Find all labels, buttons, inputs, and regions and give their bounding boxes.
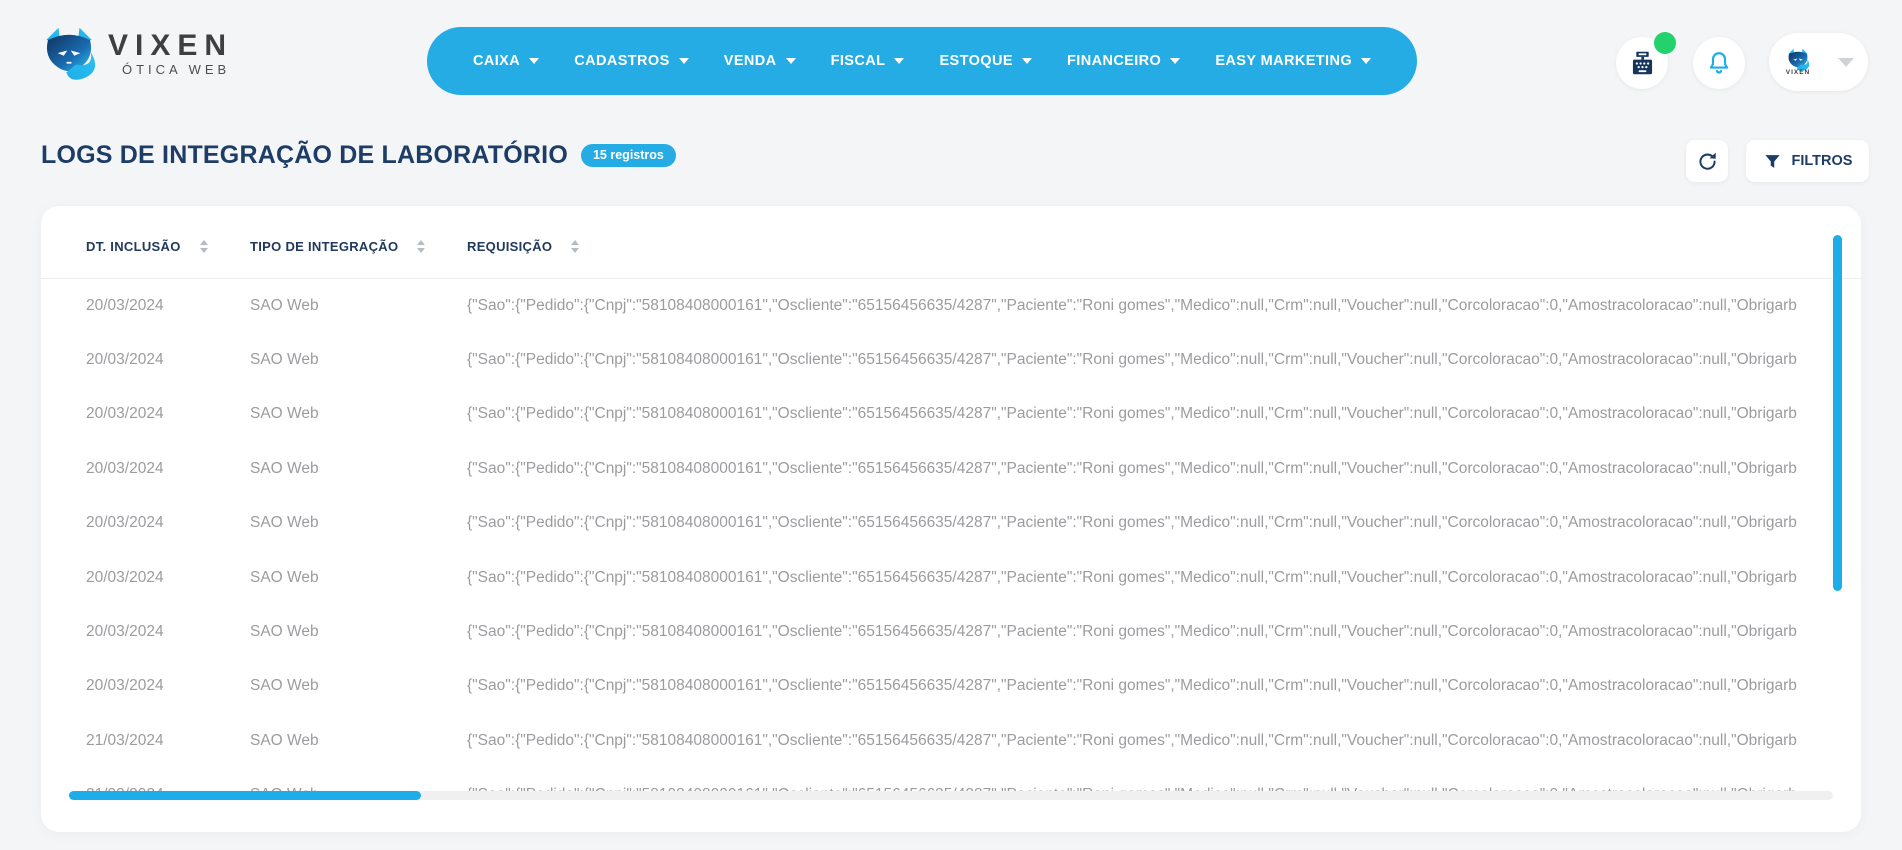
avatar-brand-label: VIXEN xyxy=(1786,69,1811,76)
row-date: 20/03/2024 xyxy=(86,460,250,478)
page-title: LOGS DE INTEGRAÇÃO DE LABORATÓRIO xyxy=(41,141,568,170)
records-count-badge: 15 registros xyxy=(581,144,676,167)
vixen-fox-logo-icon xyxy=(40,26,98,82)
filters-button-label: FILTROS xyxy=(1792,153,1853,169)
chevron-down-icon xyxy=(894,58,904,64)
status-online-dot xyxy=(1654,32,1676,54)
row-integration-type: SAO Web xyxy=(250,677,467,695)
sort-icon[interactable] xyxy=(417,240,425,253)
row-request-json: {"Sao":{"Pedido":{"Cnpj":"58108408000161… xyxy=(467,569,1833,587)
nav-item-label: CAIXA xyxy=(473,53,520,69)
nav-item-label: ESTOQUE xyxy=(939,53,1012,69)
row-integration-type: SAO Web xyxy=(250,297,467,315)
page-header: LOGS DE INTEGRAÇÃO DE LABORATÓRIO 15 reg… xyxy=(41,141,676,170)
row-request-json: {"Sao":{"Pedido":{"Cnpj":"58108408000161… xyxy=(467,514,1833,532)
column-header-label: TIPO DE INTEGRAÇÃO xyxy=(250,239,398,254)
nav-item-label: FINANCEIRO xyxy=(1067,53,1161,69)
table-row[interactable]: 20/03/2024 SAO Web {"Sao":{"Pedido":{"Cn… xyxy=(86,659,1861,713)
row-request-json: {"Sao":{"Pedido":{"Cnpj":"58108408000161… xyxy=(467,732,1833,750)
vertical-scrollbar-thumb[interactable] xyxy=(1833,235,1842,591)
row-date: 21/03/2024 xyxy=(86,732,250,750)
nav-item-cadastros[interactable]: CADASTROS xyxy=(574,53,688,69)
row-date: 20/03/2024 xyxy=(86,297,250,315)
sort-icon[interactable] xyxy=(200,240,208,253)
main-nav: CAIXA CADASTROS VENDA FISCAL ESTOQUE FIN… xyxy=(427,27,1417,95)
row-integration-type: SAO Web xyxy=(250,514,467,532)
column-header-dt-inclusao[interactable]: DT. INCLUSÃO xyxy=(86,239,250,254)
sort-icon[interactable] xyxy=(571,240,579,253)
chevron-down-icon xyxy=(679,58,689,64)
row-integration-type: SAO Web xyxy=(250,569,467,587)
row-request-json: {"Sao":{"Pedido":{"Cnpj":"58108408000161… xyxy=(467,460,1833,478)
cash-register-icon xyxy=(1629,50,1656,77)
table-row[interactable]: 20/03/2024 SAO Web {"Sao":{"Pedido":{"Cn… xyxy=(86,387,1861,441)
table-row[interactable]: 21/03/2024 SAO Web {"Sao":{"Pedido":{"Cn… xyxy=(86,714,1861,768)
nav-item-caixa[interactable]: CAIXA xyxy=(473,53,539,69)
row-integration-type: SAO Web xyxy=(250,405,467,423)
row-date: 20/03/2024 xyxy=(86,677,250,695)
table-row[interactable]: 20/03/2024 SAO Web {"Sao":{"Pedido":{"Cn… xyxy=(86,333,1861,387)
nav-item-financeiro[interactable]: FINANCEIRO xyxy=(1067,53,1180,69)
brand-name: VIXEN xyxy=(108,31,233,61)
table-row[interactable]: 20/03/2024 SAO Web {"Sao":{"Pedido":{"Cn… xyxy=(86,442,1861,496)
brand-wordmark: VIXEN ÓTICA WEB xyxy=(108,31,233,77)
row-integration-type: SAO Web xyxy=(250,460,467,478)
nav-item-venda[interactable]: VENDA xyxy=(724,53,796,69)
filters-button[interactable]: FILTROS xyxy=(1746,140,1869,182)
row-date: 20/03/2024 xyxy=(86,351,250,369)
row-date: 20/03/2024 xyxy=(86,569,250,587)
brand-tagline: ÓTICA WEB xyxy=(108,62,233,77)
nav-item-fiscal[interactable]: FISCAL xyxy=(831,53,905,69)
user-menu[interactable]: VIXEN xyxy=(1769,33,1868,91)
nav-item-label: VENDA xyxy=(724,53,777,69)
row-integration-type: SAO Web xyxy=(250,623,467,641)
row-request-json: {"Sao":{"Pedido":{"Cnpj":"58108408000161… xyxy=(467,405,1833,423)
filter-funnel-icon xyxy=(1763,152,1782,171)
table-row[interactable]: 20/03/2024 SAO Web {"Sao":{"Pedido":{"Cn… xyxy=(86,496,1861,550)
chevron-down-icon xyxy=(1838,58,1854,67)
brand-logo[interactable]: VIXEN ÓTICA WEB xyxy=(40,26,233,82)
table-row[interactable]: 20/03/2024 SAO Web {"Sao":{"Pedido":{"Cn… xyxy=(86,550,1861,604)
cash-register-button[interactable] xyxy=(1616,37,1668,89)
row-date: 20/03/2024 xyxy=(86,623,250,641)
nav-item-estoque[interactable]: ESTOQUE xyxy=(939,53,1031,69)
notifications-button[interactable] xyxy=(1693,37,1745,89)
nav-item-easy-marketing[interactable]: EASY MARKETING xyxy=(1215,53,1371,69)
row-integration-type: SAO Web xyxy=(250,732,467,750)
table-header-row: DT. INCLUSÃO TIPO DE INTEGRAÇÃO REQUISIÇ… xyxy=(86,230,1841,262)
table-row[interactable]: 20/03/2024 SAO Web {"Sao":{"Pedido":{"Cn… xyxy=(86,279,1861,333)
column-header-label: DT. INCLUSÃO xyxy=(86,239,181,254)
chevron-down-icon xyxy=(786,58,796,64)
chevron-down-icon xyxy=(1022,58,1032,64)
nav-item-label: CADASTROS xyxy=(574,53,669,69)
chevron-down-icon xyxy=(1361,58,1371,64)
row-request-json: {"Sao":{"Pedido":{"Cnpj":"58108408000161… xyxy=(467,623,1833,641)
column-header-requisicao[interactable]: REQUISIÇÃO xyxy=(467,239,1833,254)
user-avatar: VIXEN xyxy=(1779,43,1817,81)
horizontal-scrollbar-thumb[interactable] xyxy=(69,791,421,800)
logs-table-card: DT. INCLUSÃO TIPO DE INTEGRAÇÃO REQUISIÇ… xyxy=(41,206,1861,832)
chevron-down-icon xyxy=(1170,58,1180,64)
refresh-button[interactable] xyxy=(1686,140,1728,182)
row-request-json: {"Sao":{"Pedido":{"Cnpj":"58108408000161… xyxy=(467,297,1833,315)
row-request-json: {"Sao":{"Pedido":{"Cnpj":"58108408000161… xyxy=(467,351,1833,369)
nav-item-label: FISCAL xyxy=(831,53,886,69)
row-request-json: {"Sao":{"Pedido":{"Cnpj":"58108408000161… xyxy=(467,677,1833,695)
nav-item-label: EASY MARKETING xyxy=(1215,53,1352,69)
refresh-icon xyxy=(1697,151,1718,172)
row-date: 20/03/2024 xyxy=(86,405,250,423)
bell-icon xyxy=(1706,50,1732,76)
row-date: 20/03/2024 xyxy=(86,514,250,532)
table-body: 20/03/2024 SAO Web {"Sao":{"Pedido":{"Cn… xyxy=(86,279,1861,800)
chevron-down-icon xyxy=(529,58,539,64)
column-header-tipo-de-integracao[interactable]: TIPO DE INTEGRAÇÃO xyxy=(250,239,467,254)
column-header-label: REQUISIÇÃO xyxy=(467,239,552,254)
table-row[interactable]: 20/03/2024 SAO Web {"Sao":{"Pedido":{"Cn… xyxy=(86,605,1861,659)
row-integration-type: SAO Web xyxy=(250,351,467,369)
